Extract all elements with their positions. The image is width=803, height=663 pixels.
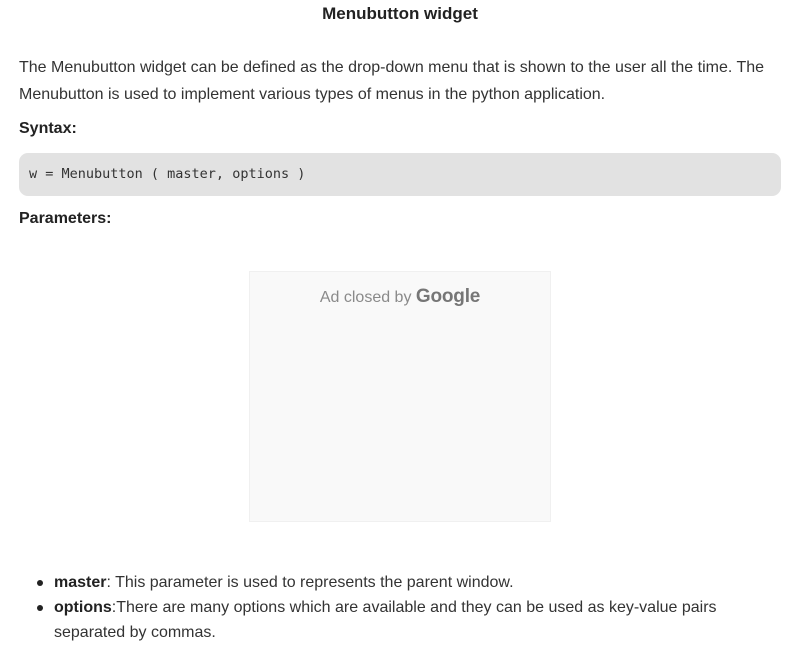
list-item: options:There are many options which are…: [37, 595, 790, 645]
parameters-heading: Parameters:: [19, 210, 112, 227]
list-item: master: This parameter is used to repres…: [37, 570, 790, 595]
parameter-name: options: [54, 599, 112, 616]
intro-paragraph: The Menubutton widget can be defined as …: [19, 59, 765, 103]
parameter-name: master: [54, 574, 107, 591]
bullet-icon: [37, 580, 43, 586]
google-logo: Google: [415, 286, 481, 307]
ad-closed-label: Ad closed by Google: [250, 286, 550, 308]
syntax-code-block: w = Menubutton ( master, options ): [19, 153, 781, 196]
parameter-description: : This parameter is used to represents t…: [106, 574, 514, 591]
parameters-list: master: This parameter is used to repres…: [0, 570, 790, 645]
page-title: Menubutton widget: [322, 4, 478, 23]
bullet-icon: [37, 605, 43, 611]
parameter-description: :There are many options which are availa…: [54, 599, 717, 641]
ad-closed-text: Ad closed by: [319, 289, 412, 306]
syntax-heading: Syntax:: [19, 120, 77, 137]
ad-placeholder: Ad closed by Google: [249, 271, 551, 522]
